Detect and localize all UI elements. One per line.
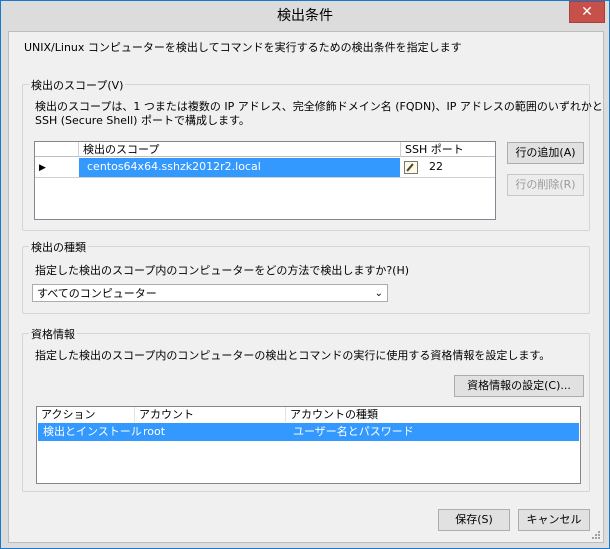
- credentials-description: 指定した検出のスコープ内のコンピューターの検出とコマンドの実行に使用する資格情報…: [35, 349, 551, 362]
- credentials-legend: 資格情報: [29, 326, 77, 342]
- discovery-type-legend: 検出の種類: [29, 239, 88, 255]
- chevron-down-icon: ⌄: [374, 288, 383, 299]
- action-column-header[interactable]: アクション: [37, 407, 135, 422]
- set-credentials-button[interactable]: 資格情報の設定(C)...: [454, 375, 584, 397]
- discovery-type-question: 指定した検出のスコープ内のコンピューターをどの方法で検出しますか?(H): [35, 264, 410, 277]
- close-button[interactable]: ✕: [569, 1, 605, 23]
- add-row-button[interactable]: 行の追加(A): [507, 142, 584, 164]
- credential-type-cell: ユーザー名とパスワード: [293, 425, 414, 438]
- credential-account-cell: root: [143, 425, 166, 438]
- scope-description-line2: SSH (Secure Shell) ポートで構成します。: [35, 114, 250, 127]
- cancel-button[interactable]: キャンセル: [518, 509, 590, 531]
- row-indicator: ▶: [39, 163, 46, 173]
- save-button[interactable]: 保存(S): [438, 509, 510, 531]
- edit-icon[interactable]: [404, 161, 418, 174]
- discovery-type-selected-value: すべてのコンピューター: [37, 287, 157, 300]
- discovery-type-group: 検出の種類 指定した検出のスコープ内のコンピューターをどの方法で検出しますか?(…: [22, 239, 590, 314]
- credential-action-cell: 検出とインストール: [43, 425, 142, 438]
- dialog-client-area: UNIX/Linux コンピューターを検出してコマンドを実行するための検出条件を…: [8, 31, 604, 543]
- discovery-type-select[interactable]: すべてのコンピューター ⌄: [32, 284, 388, 302]
- credentials-group: 資格情報 指定した検出のスコープ内のコンピューターの検出とコマンドの実行に使用す…: [22, 326, 590, 492]
- resize-grip-icon[interactable]: [591, 530, 601, 540]
- credentials-list[interactable]: アクション アカウント アカウントの種類 検出とインストール root ユーザー…: [36, 406, 581, 484]
- account-column-header[interactable]: アカウント: [135, 407, 286, 422]
- account-type-column-header[interactable]: アカウントの種類: [286, 407, 580, 422]
- scope-column-header[interactable]: 検出のスコープ: [79, 142, 401, 157]
- scope-grid-corner: [35, 142, 79, 157]
- scope-group-legend: 検出のスコープ(V): [29, 77, 126, 93]
- scope-group: 検出のスコープ(V) 検出のスコープは、1 つまたは複数の IP アドレス、完全…: [22, 77, 603, 231]
- ssh-port-column-header[interactable]: SSH ポート: [401, 142, 495, 157]
- scope-cell-text: centos64x64.sshzk2012r2.local: [87, 160, 261, 173]
- delete-row-button[interactable]: 行の削除(R): [507, 174, 584, 196]
- dialog-description: UNIX/Linux コンピューターを検出してコマンドを実行するための検出条件を…: [24, 41, 462, 54]
- title-bar: 検出条件 ✕: [1, 1, 609, 31]
- window-title: 検出条件: [277, 8, 333, 24]
- ssh-port-cell[interactable]: 22: [429, 158, 443, 176]
- scope-grid[interactable]: 検出のスコープ SSH ポート ▶ centos64x64.sshzk2012r…: [34, 141, 496, 220]
- dialog-window: 検出条件 ✕ UNIX/Linux コンピューターを検出してコマンドを実行するた…: [0, 0, 610, 549]
- scope-row-divider: [35, 177, 495, 178]
